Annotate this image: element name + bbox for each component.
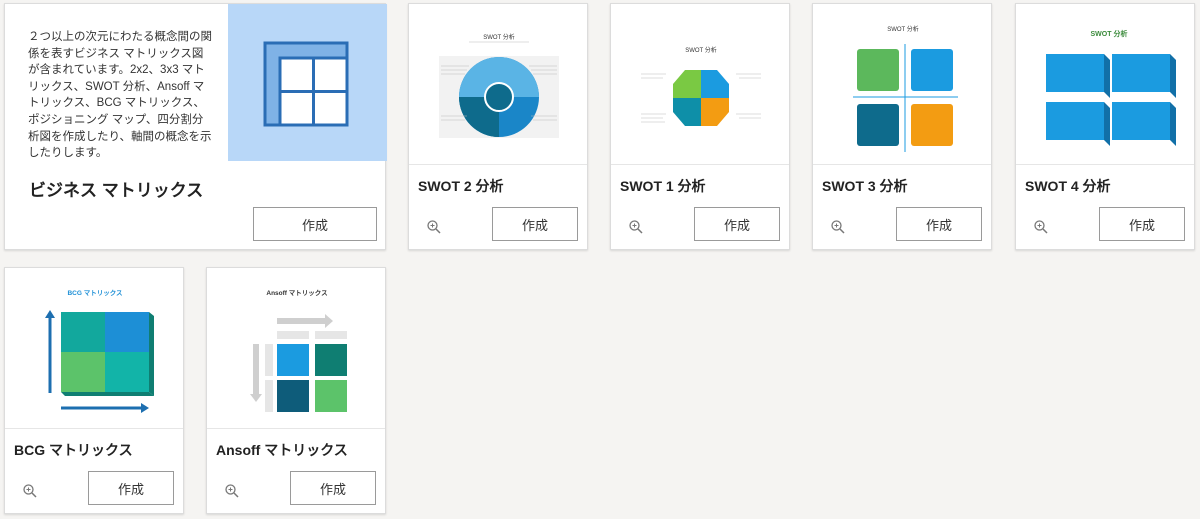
template-card-bcg[interactable]: BCG マトリックス BCG マトリックス 作成 <box>4 267 184 514</box>
create-button[interactable]: 作成 <box>290 471 376 505</box>
featured-description: ２つ以上の次元にわたる概念間の関係を表すビジネス マトリックス図が含まれています… <box>28 31 212 160</box>
thumb-title: SWOT 分析 <box>685 46 717 54</box>
template-thumbnail: SWOT 分析 <box>611 4 789 165</box>
create-button[interactable]: 作成 <box>1099 207 1185 241</box>
template-title: SWOT 1 分析 <box>620 178 706 194</box>
create-button[interactable]: 作成 <box>492 207 578 241</box>
zoom-icon[interactable] <box>22 483 38 499</box>
template-card-swot2[interactable]: SWOT 分析 SWOT 2 分析 作成 <box>408 3 588 250</box>
zoom-icon[interactable] <box>830 219 846 235</box>
template-card-swot4[interactable]: SWOT 分析 SWOT 4 分析 作成 <box>1015 3 1195 250</box>
template-title: SWOT 4 分析 <box>1025 178 1111 194</box>
template-card-swot3[interactable]: SWOT 分析 SWOT 3 分析 作成 <box>812 3 992 250</box>
zoom-icon[interactable] <box>224 483 240 499</box>
zoom-icon[interactable] <box>426 219 442 235</box>
featured-title: ビジネス マトリックス <box>29 181 204 200</box>
featured-create-button[interactable]: 作成 <box>253 207 377 241</box>
thumb-title: BCG マトリックス <box>67 288 122 297</box>
template-title: SWOT 3 分析 <box>822 178 908 194</box>
template-card-ansoff[interactable]: Ansoff マトリックス Ansoff マトリックス 作成 <box>206 267 386 514</box>
create-button[interactable]: 作成 <box>896 207 982 241</box>
template-thumbnail: Ansoff マトリックス <box>207 268 385 429</box>
thumb-title: SWOT 分析 <box>483 33 515 41</box>
template-card-swot1[interactable]: SWOT 分析 SWOT 1 分析 作成 <box>610 3 790 250</box>
zoom-icon[interactable] <box>1033 219 1049 235</box>
matrix-icon <box>263 41 349 127</box>
zoom-icon[interactable] <box>628 219 644 235</box>
template-thumbnail: SWOT 分析 <box>813 4 991 165</box>
template-thumbnail: SWOT 分析 <box>1016 4 1194 165</box>
template-title: Ansoff マトリックス <box>216 442 348 458</box>
thumb-title: SWOT 分析 <box>1091 29 1128 38</box>
template-thumbnail: BCG マトリックス <box>5 268 183 429</box>
business-matrix-illustration <box>228 4 387 161</box>
featured-card-business-matrix: ２つ以上の次元にわたる概念間の関係を表すビジネス マトリックス図が含まれています… <box>4 3 387 250</box>
create-button[interactable]: 作成 <box>88 471 174 505</box>
template-title: SWOT 2 分析 <box>418 178 504 194</box>
template-thumbnail: SWOT 分析 <box>409 4 587 165</box>
create-button[interactable]: 作成 <box>694 207 780 241</box>
template-title: BCG マトリックス <box>14 442 133 458</box>
thumb-title: SWOT 分析 <box>887 25 919 33</box>
thumb-title: Ansoff マトリックス <box>266 288 327 297</box>
